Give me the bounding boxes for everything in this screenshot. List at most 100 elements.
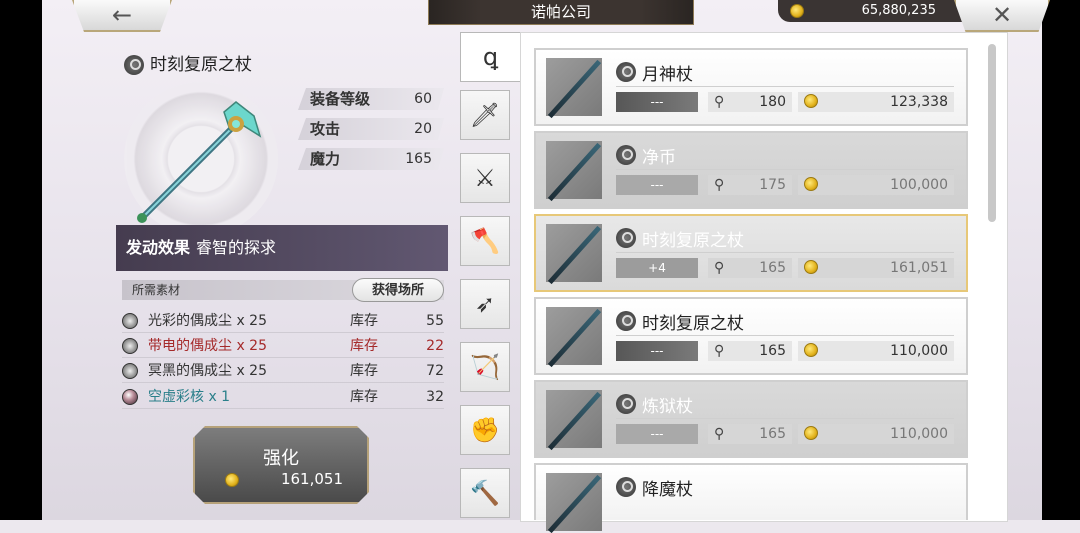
item-name: 时刻复原之杖 <box>642 314 744 334</box>
blade-icon: ⚔ <box>474 164 496 192</box>
material-row[interactable]: 空虚彩核 x 1 库存 32 <box>122 386 444 409</box>
stock-label: 库存 <box>350 389 378 405</box>
coin-icon <box>804 260 818 274</box>
back-arrow-icon: ← <box>111 1 133 29</box>
spear-tab[interactable]: ➶ <box>460 279 510 329</box>
enhance-button[interactable]: 强化 161,051 <box>193 426 369 504</box>
item-thumbnail <box>546 307 602 368</box>
material-row[interactable]: 光彩的偶成尘 x 25 库存 55 <box>122 310 444 333</box>
stat-value: 20 <box>414 121 432 137</box>
coin-icon <box>804 343 818 357</box>
item-name: 炼狱杖 <box>642 397 693 417</box>
magic-icon: ⚲ <box>714 260 725 276</box>
coin-icon <box>804 426 818 440</box>
item-thumbnail <box>546 390 602 451</box>
stat-magic: 魔力 165 <box>298 148 444 170</box>
item-name: 净币 <box>642 148 676 168</box>
item-power: ⚲ 165 <box>708 258 792 278</box>
stat-label: 魔力 <box>310 150 341 168</box>
effect-bar: 发动效果 睿智的探求 <box>116 225 448 271</box>
dust-icon <box>122 313 138 329</box>
staff-icon: ꝗ <box>482 43 499 71</box>
list-scrollbar[interactable] <box>988 44 996 222</box>
stock-label: 库存 <box>350 363 378 379</box>
source-button[interactable]: 获得场所 <box>352 278 444 302</box>
item-emblem <box>124 82 278 236</box>
magic-icon: ⚲ <box>714 94 725 110</box>
list-item[interactable]: 炼狱杖 --- ⚲ 165 110,000 <box>534 380 968 458</box>
staff-type-icon <box>616 62 636 82</box>
dust-icon <box>122 338 138 354</box>
bow-icon: 🏹 <box>470 353 500 381</box>
axe-icon: 🪓 <box>470 227 500 255</box>
sword-tab[interactable]: 🗡 <box>460 90 510 140</box>
staff-type-icon <box>616 477 636 497</box>
item-price: 161,051 <box>798 258 954 278</box>
item-price: 100,000 <box>798 175 954 195</box>
axe-tab[interactable]: 🪓 <box>460 216 510 266</box>
item-title-text: 时刻复原之杖 <box>150 55 252 75</box>
power-value: 175 <box>759 177 786 193</box>
currency-amount: 65,880,235 <box>861 3 936 18</box>
blade-tab[interactable]: ⚔ <box>460 153 510 203</box>
item-power: ⚲ 165 <box>708 424 792 444</box>
item-power: ⚲ 180 <box>708 92 792 112</box>
price-value: 110,000 <box>890 343 948 359</box>
list-item[interactable]: 月神杖 --- ⚲ 180 123,338 <box>534 48 968 126</box>
staff-type-icon <box>616 145 636 165</box>
stat-equip-level: 装备等级 60 <box>298 88 444 110</box>
stock-qty: 72 <box>426 363 444 379</box>
right-letterbox <box>1042 0 1080 520</box>
item-price: 110,000 <box>798 341 954 361</box>
item-thumbnail <box>546 141 602 202</box>
item-thumbnail <box>546 473 602 533</box>
enhance-label: 强化 <box>263 448 299 469</box>
stat-value: 165 <box>405 151 432 167</box>
list-item[interactable]: 净币 --- ⚲ 175 100,000 <box>534 131 968 209</box>
hammer-tab[interactable]: 🔨 <box>460 468 510 518</box>
material-name: 空虚彩核 x 1 <box>148 389 231 405</box>
material-row[interactable]: 冥黑的偶成尘 x 25 库存 72 <box>122 360 444 383</box>
close-icon: ✕ <box>991 1 1013 29</box>
staff-tab[interactable]: ꝗ <box>460 32 520 82</box>
stock-qty: 32 <box>426 389 444 405</box>
close-button[interactable]: ✕ <box>954 0 1050 32</box>
hammer-icon: 🔨 <box>470 479 500 507</box>
left-letterbox <box>0 0 42 520</box>
staff-illustration <box>137 101 262 223</box>
stat-value: 60 <box>414 91 432 107</box>
price-value: 110,000 <box>890 426 948 442</box>
coin-icon <box>225 473 239 487</box>
material-name: 光彩的偶成尘 x 25 <box>148 313 267 329</box>
effect-label: 发动效果 <box>126 238 191 257</box>
item-price: 110,000 <box>798 424 954 444</box>
power-value: 165 <box>759 426 786 442</box>
coin-icon <box>804 94 818 108</box>
enhance-cost: 161,051 <box>280 470 343 488</box>
list-item-selected[interactable]: 时刻复原之杖 +4 ⚲ 165 161,051 <box>534 214 968 292</box>
coin-icon <box>804 177 818 191</box>
fist-tab[interactable]: ✊ <box>460 405 510 455</box>
power-value: 165 <box>759 260 786 276</box>
stat-attack: 攻击 20 <box>298 118 444 140</box>
item-power: ⚲ 165 <box>708 341 792 361</box>
fist-icon: ✊ <box>470 416 500 444</box>
list-item[interactable]: 降魔杖 <box>534 463 968 533</box>
price-value: 161,051 <box>890 260 948 276</box>
material-name: 冥黑的偶成尘 x 25 <box>148 363 267 379</box>
item-thumbnail <box>546 224 602 285</box>
staff-type-icon <box>616 394 636 414</box>
back-button[interactable]: ← <box>72 0 172 32</box>
stat-label: 攻击 <box>310 120 341 138</box>
item-level: --- <box>616 341 698 361</box>
stat-label: 装备等级 <box>310 90 371 108</box>
item-power: ⚲ 175 <box>708 175 792 195</box>
material-row[interactable]: 带电的偶成尘 x 25 库存 22 <box>122 335 444 358</box>
bow-tab[interactable]: 🏹 <box>460 342 510 392</box>
power-value: 165 <box>759 343 786 359</box>
list-item[interactable]: 时刻复原之杖 --- ⚲ 165 110,000 <box>534 297 968 375</box>
magic-icon: ⚲ <box>714 426 725 442</box>
item-level: --- <box>616 175 698 195</box>
item-name: 降魔杖 <box>642 480 693 500</box>
staff-type-icon <box>616 228 636 248</box>
